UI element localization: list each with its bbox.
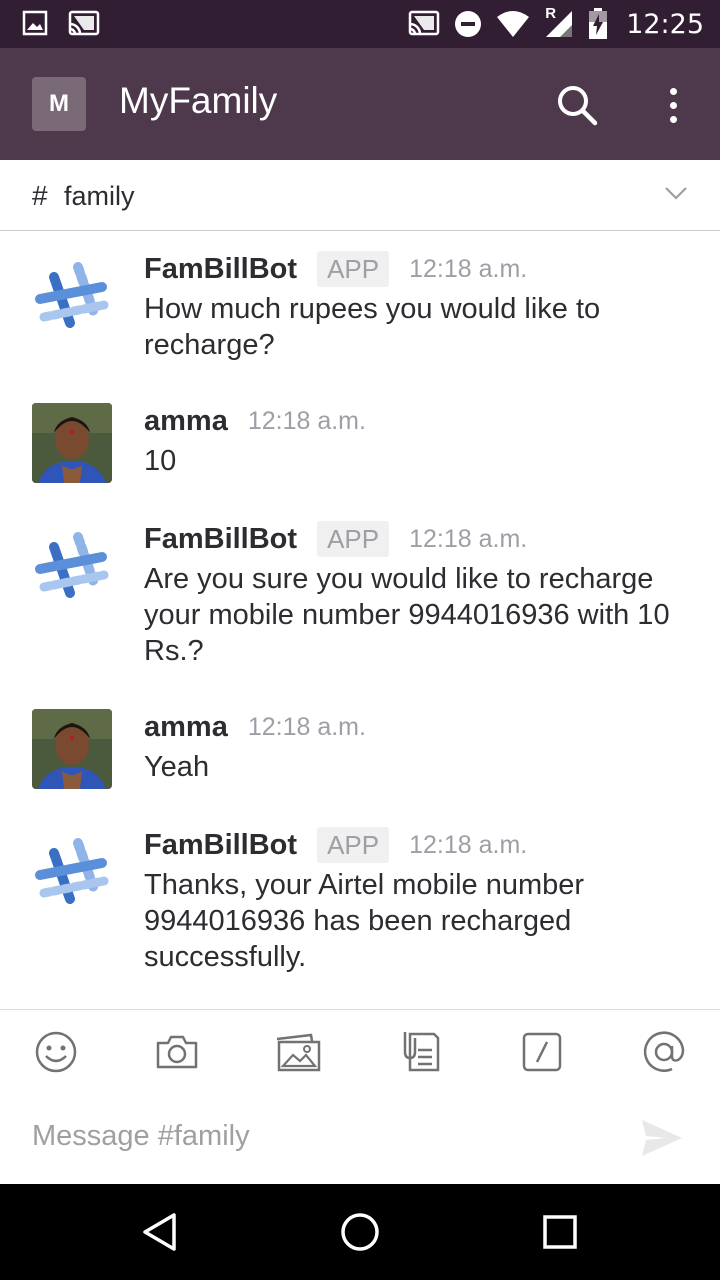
- file-icon[interactable]: [396, 1028, 444, 1076]
- message-list[interactable]: FamBillBot APP 12:18 a.m. How much rupee…: [0, 231, 720, 1009]
- message-item: amma 12:18 a.m. 10: [0, 401, 720, 491]
- message-time: 12:18 a.m.: [247, 406, 366, 435]
- home-icon[interactable]: [338, 1210, 382, 1254]
- wifi-icon: [497, 11, 530, 37]
- team-avatar[interactable]: M: [32, 77, 86, 131]
- message-time: 12:18 a.m.: [409, 830, 528, 859]
- channel-name: family: [64, 181, 135, 211]
- chevron-down-icon[interactable]: [664, 184, 688, 202]
- do-not-disturb-icon: [455, 11, 482, 37]
- channel-hash-icon: #: [32, 180, 48, 211]
- app-bar: M MyFamily: [0, 48, 720, 160]
- camera-icon[interactable]: [153, 1028, 201, 1076]
- message-item: FamBillBot APP 12:18 a.m. Thanks, your A…: [0, 825, 720, 1005]
- message-author[interactable]: FamBillBot: [144, 253, 297, 286]
- user-avatar[interactable]: [32, 403, 112, 483]
- message-text: Are you sure you would like to recharge …: [144, 563, 670, 667]
- signal-roaming-icon: R: [544, 5, 574, 39]
- message-author[interactable]: FamBillBot: [144, 523, 297, 556]
- battery-charging-icon: [589, 8, 608, 39]
- cast-icon: [408, 10, 440, 36]
- message-time: 12:18 a.m.: [409, 254, 528, 283]
- message-composer: [0, 1009, 720, 1184]
- message-text: How much rupees you would like to rechar…: [144, 293, 601, 361]
- gallery-icon[interactable]: [274, 1028, 322, 1076]
- message-author[interactable]: amma: [144, 711, 228, 744]
- recents-icon[interactable]: [538, 1210, 582, 1254]
- emoji-icon[interactable]: [32, 1028, 80, 1076]
- back-icon[interactable]: [138, 1210, 182, 1254]
- cast-icon: [68, 10, 100, 36]
- send-icon[interactable]: [640, 1118, 684, 1158]
- system-nav-bar: [0, 1184, 720, 1280]
- message-text: 10: [144, 445, 177, 477]
- user-avatar[interactable]: [32, 709, 112, 789]
- mention-icon[interactable]: [640, 1028, 688, 1076]
- search-icon[interactable]: [554, 82, 600, 128]
- user-photo: [32, 709, 112, 789]
- more-vert-icon[interactable]: [656, 82, 690, 128]
- slash-command-icon[interactable]: [518, 1028, 566, 1076]
- message-item: FamBillBot APP 12:18 a.m. Are you sure y…: [0, 519, 720, 699]
- app-badge: APP: [317, 251, 390, 287]
- user-photo: [32, 403, 112, 483]
- message-item: FamBillBot APP 12:18 a.m. How much rupee…: [0, 249, 720, 389]
- bot-logo-icon[interactable]: [32, 255, 112, 335]
- channel-header[interactable]: # family: [0, 160, 720, 231]
- image-icon: [22, 10, 48, 36]
- message-time: 12:18 a.m.: [409, 524, 528, 553]
- page-title: MyFamily: [119, 80, 278, 121]
- message-author[interactable]: FamBillBot: [144, 829, 297, 862]
- clock: 12:25: [626, 8, 704, 40]
- app-badge: APP: [317, 827, 390, 863]
- app-badge: APP: [317, 521, 390, 557]
- message-input[interactable]: [32, 1120, 612, 1153]
- status-bar: R 12:25: [0, 0, 720, 48]
- message-time: 12:18 a.m.: [247, 712, 366, 741]
- message-text: Yeah: [144, 751, 210, 783]
- message-item: amma 12:18 a.m. Yeah: [0, 707, 720, 797]
- message-text: Thanks, your Airtel mobile number 994401…: [144, 869, 585, 973]
- bot-logo-icon[interactable]: [32, 831, 112, 911]
- roaming-label: R: [545, 5, 557, 22]
- bot-logo-icon[interactable]: [32, 525, 112, 605]
- message-author[interactable]: amma: [144, 405, 228, 438]
